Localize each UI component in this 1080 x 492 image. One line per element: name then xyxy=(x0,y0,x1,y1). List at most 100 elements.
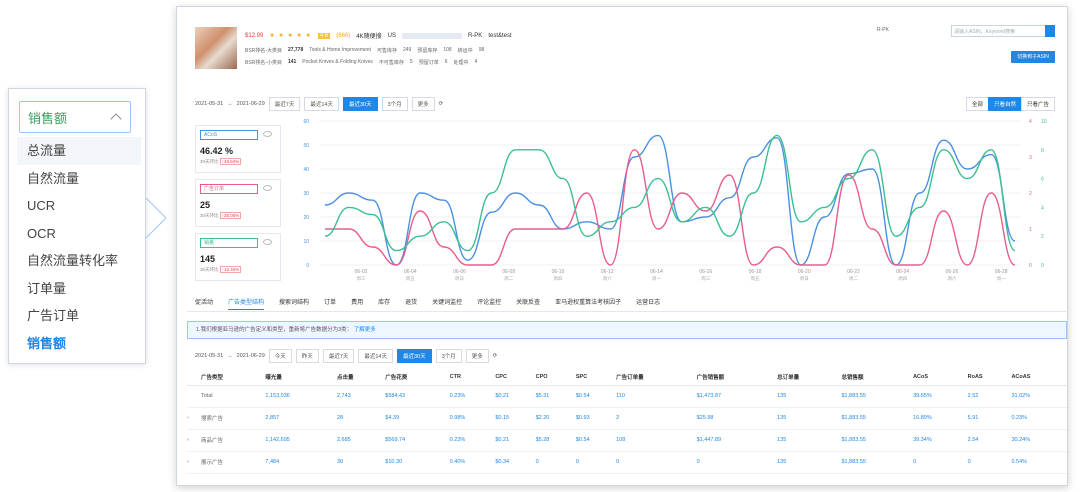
date-range-chip[interactable]: 最近14天 xyxy=(358,349,393,363)
x-tick-label: 06-24 xyxy=(896,269,909,275)
transit-value: 98 xyxy=(478,47,485,53)
table-cell: 2 xyxy=(616,407,697,430)
metric-select[interactable]: ACoS xyxy=(200,130,258,140)
metric-select[interactable]: 销量 xyxy=(200,238,258,248)
column-header[interactable]: 广告花费 xyxy=(385,369,450,386)
search-input[interactable]: 请输入ASIN，Keyword搜索 xyxy=(951,25,1047,37)
eye-icon[interactable] xyxy=(263,131,272,137)
tab[interactable]: 费用 xyxy=(351,297,363,310)
column-header[interactable]: SPC xyxy=(575,369,617,386)
dropdown-option[interactable]: OCR xyxy=(17,220,141,248)
column-header[interactable]: 广告订单量 xyxy=(616,369,697,386)
refresh-icon[interactable]: ⟳ xyxy=(493,353,498,359)
date-range-chip[interactable]: 最近30天 xyxy=(397,349,432,363)
dropdown-option[interactable]: 订单量 xyxy=(17,275,141,303)
table-cell: 135 xyxy=(777,429,842,452)
trend-chart: 010203040506001234024681006-02周三06-04周五0… xyxy=(303,119,1046,282)
date-range-chip[interactable]: 只看广告 xyxy=(1020,97,1055,111)
metric-dropdown-select[interactable]: 销售额 xyxy=(19,101,131,133)
metric-select[interactable]: 广告订单 xyxy=(200,184,258,194)
date-range-chip[interactable]: 最近7天 xyxy=(322,349,355,363)
rank-value-1: 27,778 xyxy=(287,47,304,53)
product-price: $12.99 xyxy=(245,32,264,39)
review-count[interactable]: (666) xyxy=(336,33,350,39)
date-range-chip[interactable]: 昨天 xyxy=(295,349,319,363)
dropdown-option[interactable]: 总流量 xyxy=(17,137,141,165)
x-tick-sublabel: 周六 xyxy=(603,275,612,282)
dropdown-option[interactable]: 自然流量转化率 xyxy=(17,247,141,275)
metric-value: 25 xyxy=(200,200,211,210)
y2-tick-label: 4 xyxy=(1029,119,1032,125)
y2-tick-label: 3 xyxy=(1029,155,1032,161)
column-header[interactable]: ACoAS xyxy=(1011,369,1067,386)
switch-child-asin-button[interactable]: 切换到子ASIN xyxy=(1011,51,1055,63)
tab[interactable]: 搜索词结构 xyxy=(279,297,309,310)
date-range-chip[interactable]: 今天 xyxy=(268,349,292,363)
column-header[interactable]: 曝光量 xyxy=(265,369,337,386)
category-2[interactable]: Pocket Knives & Folding Knives xyxy=(302,59,373,66)
eye-icon[interactable] xyxy=(263,239,272,245)
learn-more-link[interactable]: 了解更多 xyxy=(354,327,376,333)
column-header[interactable]: 总销售额 xyxy=(841,369,914,386)
x-tick-label: 06-02 xyxy=(355,269,368,275)
metric-card: ACoS 46.42 % 30天环比 ↑48.64% xyxy=(195,125,281,173)
date-range-chip[interactable]: 最近30天 xyxy=(342,97,378,111)
dashboard-frame: $12.99 ★ ★ ★ ★ ★ 4.6 (666) 4K随便搜 US R-PK… xyxy=(176,6,1068,486)
date-range-chip[interactable]: 只看自然 xyxy=(987,97,1022,111)
date-start[interactable]: 2021-05-31 xyxy=(195,101,223,107)
date-range-chip[interactable]: 全部 xyxy=(965,97,989,111)
dropdown-option[interactable]: UCR xyxy=(17,192,141,220)
category-1[interactable]: Tools & Home Improvement xyxy=(309,47,371,54)
tab[interactable]: 关键词监控 xyxy=(432,297,462,310)
date-range-chip[interactable]: 最近7天 xyxy=(268,97,301,111)
fc-select[interactable]: R-PK xyxy=(877,27,927,37)
date-range-chip[interactable]: 3个月 xyxy=(381,97,408,111)
date-range-chip[interactable]: 最近14天 xyxy=(304,97,339,111)
refresh-icon[interactable]: ⟳ xyxy=(439,101,444,107)
tab[interactable]: 退货 xyxy=(405,297,417,310)
dropdown-option[interactable]: 销售额 xyxy=(17,330,141,358)
tab[interactable]: 促活动 xyxy=(195,297,213,310)
expand-icon[interactable]: › xyxy=(187,429,201,452)
column-header[interactable]: 点击量 xyxy=(336,369,386,386)
table-cell: $1,883.55 xyxy=(841,407,914,430)
column-header[interactable]: CPC xyxy=(495,369,536,386)
metric-change: 30天环比 ↑25.00% xyxy=(200,212,242,219)
column-header[interactable]: CPO xyxy=(535,369,576,386)
column-header[interactable]: CTR xyxy=(449,369,496,386)
date-end[interactable]: 2021-06-29 xyxy=(237,101,265,107)
tab[interactable]: 库存 xyxy=(378,297,390,310)
column-header[interactable]: 广告销售额 xyxy=(696,369,778,386)
column-header[interactable]: ACoS xyxy=(913,369,968,386)
column-header[interactable]: 总订单量 xyxy=(777,369,842,386)
column-header[interactable]: 广告类型 xyxy=(201,369,266,386)
y-tick-label: 10 xyxy=(303,239,309,245)
dropdown-option[interactable]: 自然流量 xyxy=(17,165,141,193)
table-cell: 16.89% xyxy=(913,407,968,430)
avail-value: 249 xyxy=(402,47,412,53)
metric-value: 46.42 % xyxy=(200,146,234,156)
dropdown-option[interactable]: 广告订单 xyxy=(17,302,141,330)
tab[interactable]: 订单 xyxy=(324,297,336,310)
date-start-2[interactable]: 2021-05-31 xyxy=(195,353,223,359)
tab[interactable]: 亚马逊权重算法考核因子 xyxy=(555,297,621,310)
expand-icon[interactable]: › xyxy=(187,407,201,430)
date-sep: → xyxy=(227,101,233,107)
expand-icon[interactable]: › xyxy=(187,451,201,474)
expand-icon[interactable] xyxy=(187,385,201,408)
date-end-2[interactable]: 2021-06-29 xyxy=(237,353,265,359)
column-header[interactable]: RoAS xyxy=(967,369,1012,386)
tab[interactable]: 关联反查 xyxy=(516,297,540,310)
search-icon[interactable] xyxy=(1045,25,1055,37)
tab[interactable]: 运营日志 xyxy=(636,297,660,310)
date-range-chip[interactable]: 更多 xyxy=(411,97,435,111)
table-cell: $0.21 xyxy=(495,385,536,408)
tab[interactable]: 评论监控 xyxy=(477,297,501,310)
date-range-chip[interactable]: 更多 xyxy=(465,349,489,363)
date-range-chip[interactable]: 3个月 xyxy=(435,349,462,363)
redacted-field xyxy=(401,32,462,39)
eye-icon[interactable] xyxy=(263,185,272,191)
tab[interactable]: 广告类型结构 xyxy=(228,297,265,310)
delta-badge: ↑48.64% xyxy=(219,158,242,165)
table-row: › 商品广告 1,142,695 2,685 $569.74 0.23% $0.21 $5.2… xyxy=(187,429,1067,452)
